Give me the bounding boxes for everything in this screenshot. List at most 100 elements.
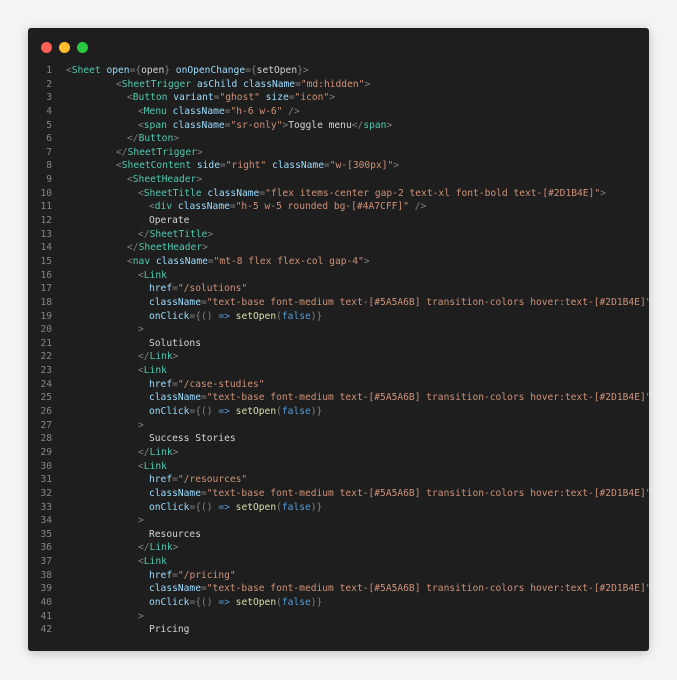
- line-number: 16: [40, 269, 52, 281]
- line-number: 13: [40, 228, 52, 240]
- code-text: >: [124, 610, 144, 624]
- code-token: SheetContent: [121, 160, 192, 172]
- code-token: onClick: [149, 310, 190, 322]
- code-line: 8 <SheetContent side="right" className="w…: [28, 159, 649, 173]
- line-number: 10: [40, 187, 52, 199]
- code-token: >: [138, 324, 144, 336]
- line-number: 6: [46, 133, 52, 145]
- code-text: href="/resources": [135, 473, 247, 487]
- code-line: 40 onClick={() => setOpen(false)}: [28, 596, 649, 610]
- line-number: 27: [40, 419, 52, 431]
- line-number: 18: [40, 296, 52, 308]
- code-token: (): [201, 406, 219, 418]
- minimize-icon[interactable]: [59, 42, 70, 53]
- code-line: 20 >: [28, 323, 649, 337]
- code-text: Operate: [135, 214, 189, 228]
- code-line: 24 href="/case-studies": [28, 378, 649, 392]
- code-token: >: [172, 446, 179, 458]
- line-number: 12: [40, 215, 52, 227]
- code-token: Toggle menu: [288, 119, 352, 131]
- line-number: 40: [40, 596, 52, 608]
- code-token: >: [207, 228, 214, 240]
- code-line: 36 </Link>: [28, 541, 649, 555]
- code-text: href="/pricing": [135, 569, 236, 583]
- code-token: />: [414, 201, 427, 213]
- line-number: 2: [46, 78, 52, 90]
- code-text: href="/case-studies": [135, 378, 265, 392]
- code-text: href="/solutions": [135, 282, 247, 296]
- code-text: onClick={() => setOpen(false)}: [135, 310, 322, 324]
- code-token: SheetHeader: [132, 174, 197, 186]
- code-line: 19 onClick={() => setOpen(false)}: [28, 310, 649, 324]
- code-token: =>: [218, 406, 230, 418]
- code-token: }>: [297, 65, 309, 76]
- code-token: </: [138, 542, 150, 554]
- code-token: variant: [173, 92, 214, 104]
- code-token: (): [201, 501, 219, 513]
- code-text: <Link: [124, 555, 167, 569]
- code-token: nav: [132, 255, 151, 267]
- code-token: </: [138, 446, 150, 458]
- line-number: 17: [40, 283, 52, 295]
- line-number: 31: [40, 474, 52, 486]
- code-token: div: [154, 201, 173, 213]
- code-token: setOpen: [235, 501, 277, 513]
- maximize-icon[interactable]: [77, 42, 88, 53]
- line-number: 37: [40, 556, 52, 568]
- code-text: className="text-base font-medium text-[#…: [135, 487, 649, 501]
- line-number: 29: [40, 446, 52, 458]
- code-token: >: [329, 92, 335, 104]
- code-token: "mt-8 flex flex-col gap-4": [213, 255, 364, 267]
- code-line: 32 className="text-base font-medium text-…: [28, 487, 649, 501]
- code-text: className="text-base font-medium text-[#…: [135, 582, 649, 596]
- code-line: 27 >: [28, 419, 649, 433]
- code-token: >: [393, 160, 400, 172]
- code-line: 21 Solutions: [28, 337, 649, 351]
- line-number: 7: [46, 146, 52, 158]
- code-token: Resources: [149, 528, 201, 540]
- code-text: Resources: [135, 528, 201, 542]
- code-token: >: [600, 187, 606, 199]
- code-token: onClick: [149, 501, 190, 513]
- line-number: 42: [40, 624, 52, 636]
- code-line: 16 <Link: [28, 269, 649, 283]
- code-window: 1 <Sheet open={open} onOpenChange={setOpe…: [28, 28, 649, 651]
- code-token: >: [138, 610, 144, 622]
- code-token: }: [164, 65, 176, 76]
- code-line: 30 <Link: [28, 460, 649, 474]
- code-token: ={: [189, 596, 201, 608]
- code-token: "/case-studies": [177, 378, 265, 390]
- code-token: >: [172, 351, 179, 363]
- code-line: 4 <Menu className="h-6 w-6" />: [28, 105, 649, 119]
- code-token: false: [281, 310, 311, 322]
- line-number: 33: [40, 501, 52, 513]
- code-token: false: [281, 406, 311, 418]
- code-text: <SheetHeader>: [113, 173, 202, 187]
- code-text: </SheetTitle>: [124, 228, 213, 242]
- code-line: 38 href="/pricing": [28, 569, 649, 583]
- code-token: setOpen: [235, 310, 277, 322]
- code-token: >: [363, 255, 370, 267]
- code-token: ={: [245, 65, 257, 76]
- code-token: "h-5 w-5 rounded bg-[#4A7CFF]": [235, 201, 409, 213]
- code-line: 34 >: [28, 514, 649, 528]
- close-icon[interactable]: [41, 42, 52, 53]
- line-number: 23: [40, 365, 52, 377]
- line-number: 28: [40, 433, 52, 445]
- code-token: size: [265, 92, 289, 104]
- code-line: 1 <Sheet open={open} onOpenChange={setOpe…: [28, 64, 649, 78]
- code-token: "flex items-center gap-2 text-xl font-bo…: [265, 187, 601, 199]
- code-line: 15 <nav className="mt-8 flex flex-col gap…: [28, 255, 649, 269]
- code-token: </: [351, 119, 364, 131]
- code-token: Button: [138, 133, 174, 145]
- code-token: span: [143, 119, 167, 131]
- code-token: className: [243, 78, 296, 90]
- code-token: >: [138, 515, 144, 527]
- code-token: Link: [149, 351, 173, 363]
- code-token: open: [106, 65, 130, 76]
- code-text: <Link: [124, 269, 167, 283]
- code-line: 23 <Link: [28, 364, 649, 378]
- code-token: >: [202, 242, 208, 254]
- code-text: <span className="sr-only">Toggle menu</s…: [124, 119, 392, 133]
- code-line: 9 <SheetHeader>: [28, 173, 649, 187]
